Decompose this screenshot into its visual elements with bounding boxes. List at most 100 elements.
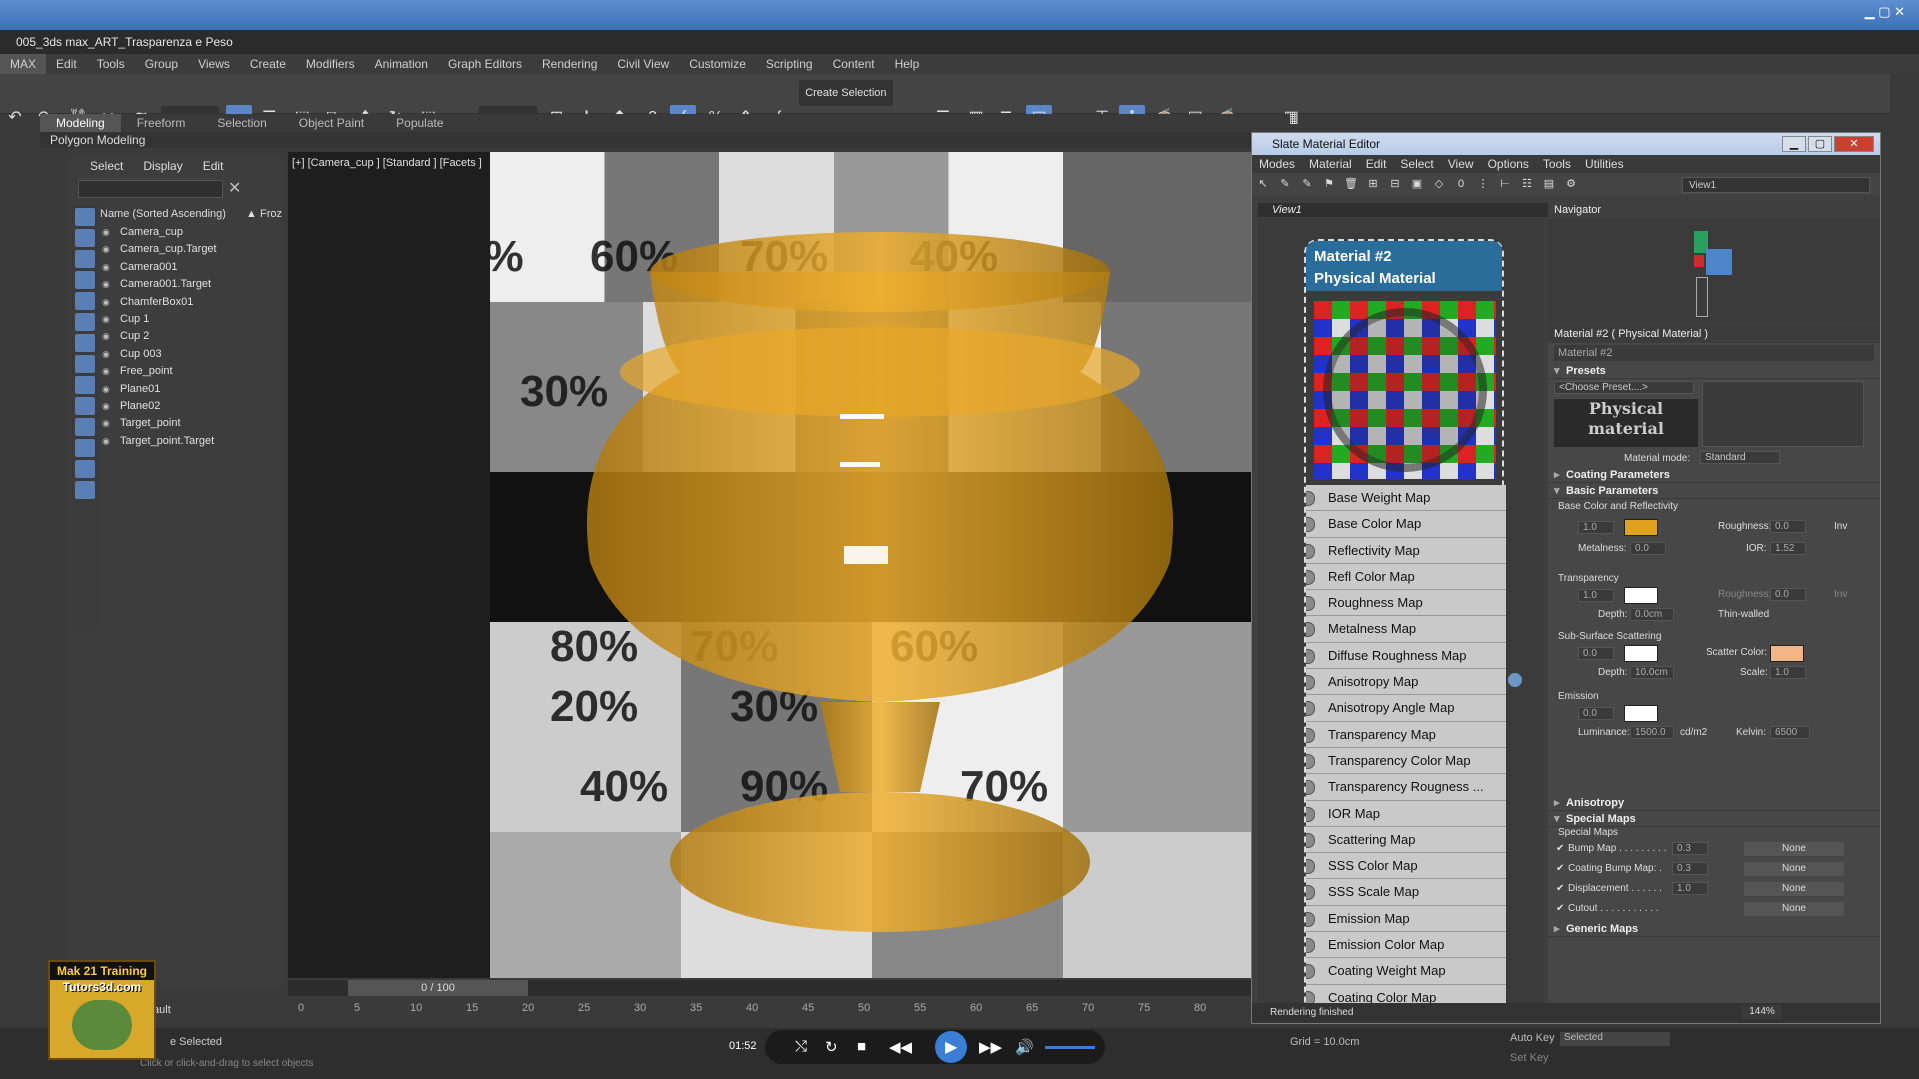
trans-roughness-spinner[interactable]: 0.0: [1770, 588, 1806, 601]
menu-content[interactable]: Content: [823, 54, 885, 74]
list-item[interactable]: Cup 2: [100, 328, 282, 346]
emission-color-swatch[interactable]: [1624, 705, 1658, 722]
close-button[interactable]: ✕: [1834, 136, 1874, 152]
zoom-dropdown[interactable]: 144%: [1742, 1005, 1782, 1019]
map-none-button[interactable]: None: [1744, 842, 1844, 856]
map-slot[interactable]: Metalness Map: [1306, 616, 1506, 643]
material-mode-dropdown[interactable]: Standard: [1700, 451, 1780, 464]
menu-group[interactable]: Group: [135, 54, 188, 74]
menu-tools[interactable]: Tools: [87, 54, 135, 74]
scene-tab-edit[interactable]: Edit: [193, 156, 234, 176]
scene-tab-display[interactable]: Display: [133, 156, 192, 176]
key-filter-dropdown[interactable]: Selected: [1560, 1032, 1670, 1046]
material-id-icon[interactable]: 0: [1452, 176, 1470, 192]
checkbox-icon[interactable]: ✔: [1556, 843, 1564, 854]
list-item[interactable]: Camera_cup.Target: [100, 241, 282, 259]
rewind-icon[interactable]: ◀◀: [889, 1038, 912, 1056]
map-slot[interactable]: Transparency Rougness ...: [1306, 774, 1506, 801]
map-slot[interactable]: Base Color Map: [1306, 511, 1506, 538]
scale-spinner[interactable]: 1.0: [1770, 666, 1806, 679]
sme-menu-material[interactable]: Material: [1302, 155, 1359, 173]
thin-walled-checkbox[interactable]: Thin-walled: [1718, 609, 1769, 620]
base-color-swatch[interactable]: [1624, 519, 1658, 536]
map-none-button[interactable]: None: [1744, 862, 1844, 876]
play-button[interactable]: ▶: [935, 1031, 967, 1063]
move-children-icon[interactable]: ⊞: [1364, 176, 1382, 192]
menu-views[interactable]: Views: [188, 54, 240, 74]
list-item[interactable]: Camera001.Target: [100, 276, 282, 294]
menu-modifiers[interactable]: Modifiers: [296, 54, 365, 74]
list-item[interactable]: Target_point: [100, 415, 282, 433]
base-weight-spinner[interactable]: 1.0: [1578, 521, 1614, 534]
stop-icon[interactable]: ■: [857, 1038, 866, 1055]
volume-icon[interactable]: 🔊: [1015, 1038, 1034, 1056]
generic-maps-rollout[interactable]: Generic Maps: [1548, 921, 1880, 937]
map-slot[interactable]: Emission Map: [1306, 905, 1506, 933]
menu-create[interactable]: Create: [240, 54, 296, 74]
view1-tab[interactable]: View1: [1258, 203, 1548, 217]
transparency-color-swatch[interactable]: [1624, 587, 1658, 604]
viewport-label[interactable]: [+] [Camera_cup ] [Standard ] [Facets ]: [292, 157, 482, 169]
material-node-header[interactable]: Material #2 Physical Material: [1306, 241, 1502, 291]
max-logo-button[interactable]: MAX: [0, 54, 47, 74]
time-slider-track[interactable]: 0 / 100: [288, 980, 1254, 996]
map-slot[interactable]: Scattering Map: [1306, 826, 1506, 854]
scene-tab-select[interactable]: Select: [80, 156, 133, 176]
map-slot[interactable]: Roughness Map: [1306, 590, 1506, 617]
map-slot[interactable]: Base Weight Map: [1306, 485, 1506, 512]
named-selection-set[interactable]: Create Selection Se: [798, 80, 893, 125]
map-slot[interactable]: Coating Weight Map: [1306, 958, 1506, 985]
menu-graph-editors[interactable]: Graph Editors: [438, 54, 532, 74]
choose-preset-dropdown[interactable]: <Choose Preset....>: [1554, 381, 1694, 394]
list-item[interactable]: Free_point: [100, 363, 282, 381]
fast-forward-icon[interactable]: ▶▶: [979, 1038, 1002, 1056]
map-slot[interactable]: Transparency Color Map: [1306, 747, 1506, 775]
material-name-field[interactable]: Material #2: [1554, 345, 1874, 361]
roughness-spinner[interactable]: 0.0: [1770, 520, 1806, 533]
menu-rendering[interactable]: Rendering: [532, 54, 607, 74]
scene-search-input[interactable]: [78, 180, 223, 198]
assign-material-icon[interactable]: ⚑: [1320, 176, 1338, 192]
checkbox-icon[interactable]: ✔: [1556, 863, 1564, 874]
map-slot[interactable]: Transparency Map: [1306, 721, 1506, 748]
checkbox-icon[interactable]: ✔: [1556, 903, 1564, 914]
maximize-button[interactable]: ▢: [1808, 136, 1832, 152]
sme-menu-select[interactable]: Select: [1393, 155, 1440, 173]
sss-weight-spinner[interactable]: 0.0: [1578, 647, 1614, 660]
pick-material-icon[interactable]: ✎: [1276, 176, 1294, 192]
map-slot[interactable]: SSS Scale Map: [1306, 879, 1506, 906]
repeat-icon[interactable]: ↻: [825, 1038, 838, 1056]
map-none-button[interactable]: None: [1744, 902, 1844, 916]
menu-help[interactable]: Help: [885, 54, 930, 74]
map-slot[interactable]: Reflectivity Map: [1306, 537, 1506, 564]
tab-modeling[interactable]: Modeling: [40, 114, 121, 132]
special-map-spinner[interactable]: 0.3: [1672, 862, 1708, 875]
special-map-label[interactable]: Cutout . . . . . . . . . . .: [1568, 903, 1659, 914]
set-key-button[interactable]: Set Key: [1510, 1052, 1549, 1064]
tab-selection[interactable]: Selection: [201, 114, 282, 132]
list-item[interactable]: Plane02: [100, 398, 282, 416]
menu-scripting[interactable]: Scripting: [756, 54, 823, 74]
menu-edit[interactable]: Edit: [46, 54, 87, 74]
map-slot[interactable]: Emission Color Map: [1306, 932, 1506, 959]
kelvin-spinner[interactable]: 6500: [1770, 726, 1810, 739]
checkbox-icon[interactable]: ✔: [1556, 883, 1564, 894]
anisotropy-rollout[interactable]: Anisotropy: [1548, 795, 1880, 811]
map-none-button[interactable]: None: [1744, 882, 1844, 896]
loop-icon[interactable]: ⤭: [795, 1038, 807, 1055]
output-socket[interactable]: [1508, 673, 1522, 687]
coating-rollout[interactable]: Coating Parameters: [1548, 467, 1880, 483]
sme-menu-modes[interactable]: Modes: [1252, 155, 1302, 173]
special-map-label[interactable]: Bump Map . . . . . . . . .: [1568, 843, 1666, 854]
sme-menu-view[interactable]: View: [1441, 155, 1481, 173]
ior-spinner[interactable]: 1.52: [1770, 542, 1806, 555]
map-slot[interactable]: Refl Color Map: [1306, 563, 1506, 591]
sss-color-swatch[interactable]: [1624, 645, 1658, 662]
special-map-spinner[interactable]: 1.0: [1672, 882, 1708, 895]
sme-menu-options[interactable]: Options: [1481, 155, 1536, 173]
parameter-editor-icon[interactable]: ▤: [1540, 176, 1558, 192]
list-item[interactable]: Plane01: [100, 381, 282, 399]
map-slot[interactable]: Anisotropy Map: [1306, 669, 1506, 696]
close-icon[interactable]: ✕: [228, 178, 241, 198]
metalness-spinner[interactable]: 0.0: [1630, 542, 1666, 555]
